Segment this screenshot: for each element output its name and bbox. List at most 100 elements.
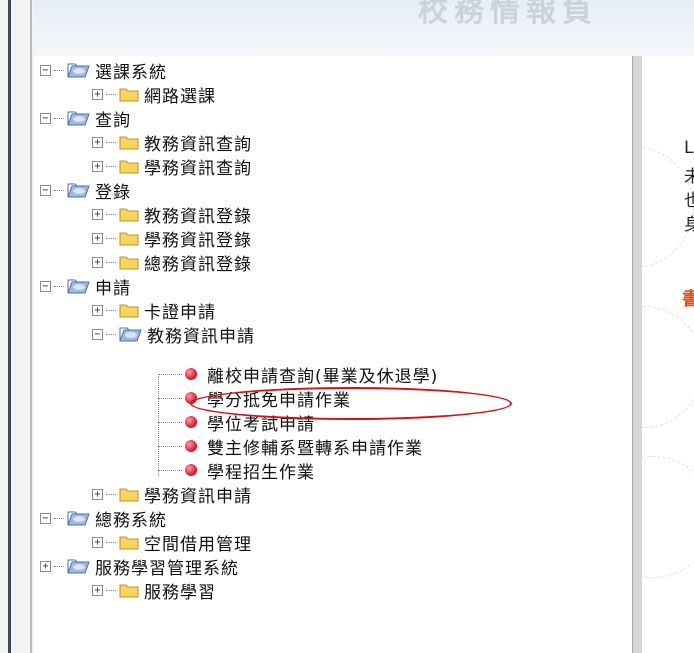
tree-node-application[interactable]: − 申請	[40, 274, 131, 299]
expand-icon[interactable]: +	[92, 136, 103, 148]
tree-leaf-program-enrollment[interactable]: 學程招生作業	[158, 458, 315, 483]
tree-node-service-learning-system[interactable]: + 服務學習管理系統	[40, 554, 239, 579]
tree-connector	[106, 93, 116, 95]
decorative-circle	[642, 306, 694, 428]
folder-icon	[119, 88, 139, 102]
tree-node-space-booking[interactable]: + 空間借用管理	[92, 530, 252, 555]
tree-connector	[158, 397, 182, 399]
expand-icon[interactable]: +	[92, 488, 103, 500]
expand-icon[interactable]: +	[92, 256, 103, 268]
folder-icon	[119, 136, 139, 150]
tree-node-label: 服務學習	[144, 582, 216, 603]
navigation-tree: − 選課系統 + 網路選課 − 查詢 + 教務資訊查詢 + 學務資訊查詢 − 登…	[34, 56, 632, 653]
tree-connector	[106, 333, 116, 335]
expand-icon[interactable]: +	[92, 88, 103, 100]
tree-connector	[54, 565, 64, 567]
tree-connector	[106, 261, 116, 263]
folder-icon	[119, 208, 139, 222]
content-text-line: 未	[684, 167, 694, 187]
tree-node-general-affairs-registration[interactable]: + 總務資訊登錄	[92, 250, 252, 275]
system-folder-icon	[67, 183, 90, 198]
tree-connector	[54, 285, 64, 287]
tree-node-label: 空間借用管理	[144, 534, 252, 555]
bullet-icon	[185, 368, 197, 380]
folder-icon	[119, 232, 139, 246]
decorative-circle	[642, 456, 694, 578]
tree-node-label: 教務資訊登錄	[144, 206, 252, 227]
expand-icon[interactable]: +	[92, 584, 103, 596]
tree-connector	[106, 213, 116, 215]
system-folder-icon	[67, 63, 90, 78]
expand-icon[interactable]: +	[92, 232, 103, 244]
collapse-icon[interactable]: −	[40, 64, 51, 76]
tree-node-label: 學務資訊申請	[144, 486, 252, 507]
tree-node-academic-info-registration[interactable]: + 教務資訊登錄	[92, 202, 252, 227]
expand-icon[interactable]: +	[92, 536, 103, 548]
tree-node-student-affairs-registration[interactable]: + 學務資訊登錄	[92, 226, 252, 251]
tree-node-label: 教務資訊申請	[147, 326, 255, 347]
tree-connector	[54, 69, 64, 71]
tree-node-query[interactable]: − 查詢	[40, 106, 131, 131]
tree-connector	[54, 189, 64, 191]
tree-node-label: 總務資訊登錄	[144, 254, 252, 275]
tree-node-label: 總務系統	[95, 510, 167, 531]
bullet-icon	[185, 464, 197, 476]
tree-node-general-affairs-system[interactable]: − 總務系統	[40, 506, 167, 531]
collapse-icon[interactable]: −	[40, 112, 51, 124]
system-folder-icon	[119, 327, 142, 342]
collapse-icon[interactable]: −	[40, 512, 51, 524]
tree-node-label: 卡證申請	[144, 302, 216, 323]
tree-connector	[158, 421, 182, 423]
bullet-icon	[185, 440, 197, 452]
tree-connector	[106, 541, 116, 543]
header-banner: 校務情報負	[0, 0, 694, 57]
folder-icon	[119, 584, 139, 598]
tree-node-service-learning[interactable]: + 服務學習	[92, 578, 216, 603]
tree-connector	[106, 309, 116, 311]
tree-connector	[54, 117, 64, 119]
frame-border	[8, 0, 11, 653]
folder-icon	[119, 160, 139, 174]
tree-leaf-label: 離校申請查詢(畢業及休退學)	[207, 366, 439, 387]
collapse-icon[interactable]: −	[40, 184, 51, 196]
tree-connector	[158, 445, 182, 447]
content-panel: L 未 也 身 書	[642, 56, 694, 653]
highlight-circle	[190, 387, 512, 420]
content-text-line: 身	[684, 215, 694, 235]
frame-border-inner	[30, 0, 32, 653]
tree-node-label: 學務資訊查詢	[144, 158, 252, 179]
tree-node-label: 學務資訊登錄	[144, 230, 252, 251]
tree-leaf-label: 雙主修輔系暨轉系申請作業	[207, 438, 423, 459]
tree-node-course-system[interactable]: − 選課系統	[40, 58, 167, 83]
system-folder-icon	[67, 279, 90, 294]
tree-node-academic-info-application[interactable]: − 教務資訊申請	[92, 322, 255, 347]
expand-icon[interactable]: +	[92, 208, 103, 220]
tree-leaf-leave-school-query[interactable]: 離校申請查詢(畢業及休退學)	[158, 362, 439, 387]
tree-node-label: 教務資訊查詢	[144, 134, 252, 155]
tree-node-card-application[interactable]: + 卡證申請	[92, 298, 216, 323]
tree-node-student-affairs-query[interactable]: + 學務資訊查詢	[92, 154, 252, 179]
content-text-line: L	[684, 138, 694, 158]
tree-connector	[106, 165, 116, 167]
collapse-icon[interactable]: −	[40, 280, 51, 292]
tree-connector	[106, 237, 116, 239]
tree-node-academic-info-query[interactable]: + 教務資訊查詢	[92, 130, 252, 155]
collapse-icon[interactable]: −	[92, 328, 103, 340]
folder-icon	[119, 256, 139, 270]
tree-node-label: 登錄	[95, 182, 131, 203]
tree-node-online-course-selection[interactable]: + 網路選課	[92, 82, 216, 107]
expand-icon[interactable]: +	[40, 560, 51, 572]
tree-connector	[106, 493, 116, 495]
tree-leaf-double-major-application[interactable]: 雙主修輔系暨轉系申請作業	[158, 434, 423, 459]
tree-node-registration[interactable]: − 登錄	[40, 178, 131, 203]
folder-icon	[119, 304, 139, 318]
tree-node-label: 查詢	[95, 110, 131, 131]
tree-connector	[158, 469, 182, 471]
expand-icon[interactable]: +	[92, 304, 103, 316]
content-text-line: 也	[684, 191, 694, 211]
tree-node-student-affairs-application[interactable]: + 學務資訊申請	[92, 482, 252, 507]
content-warning-text: 書	[682, 289, 694, 310]
window-frame-left	[0, 0, 34, 653]
expand-icon[interactable]: +	[92, 160, 103, 172]
banner-title: 校務情報負	[418, 0, 598, 29]
